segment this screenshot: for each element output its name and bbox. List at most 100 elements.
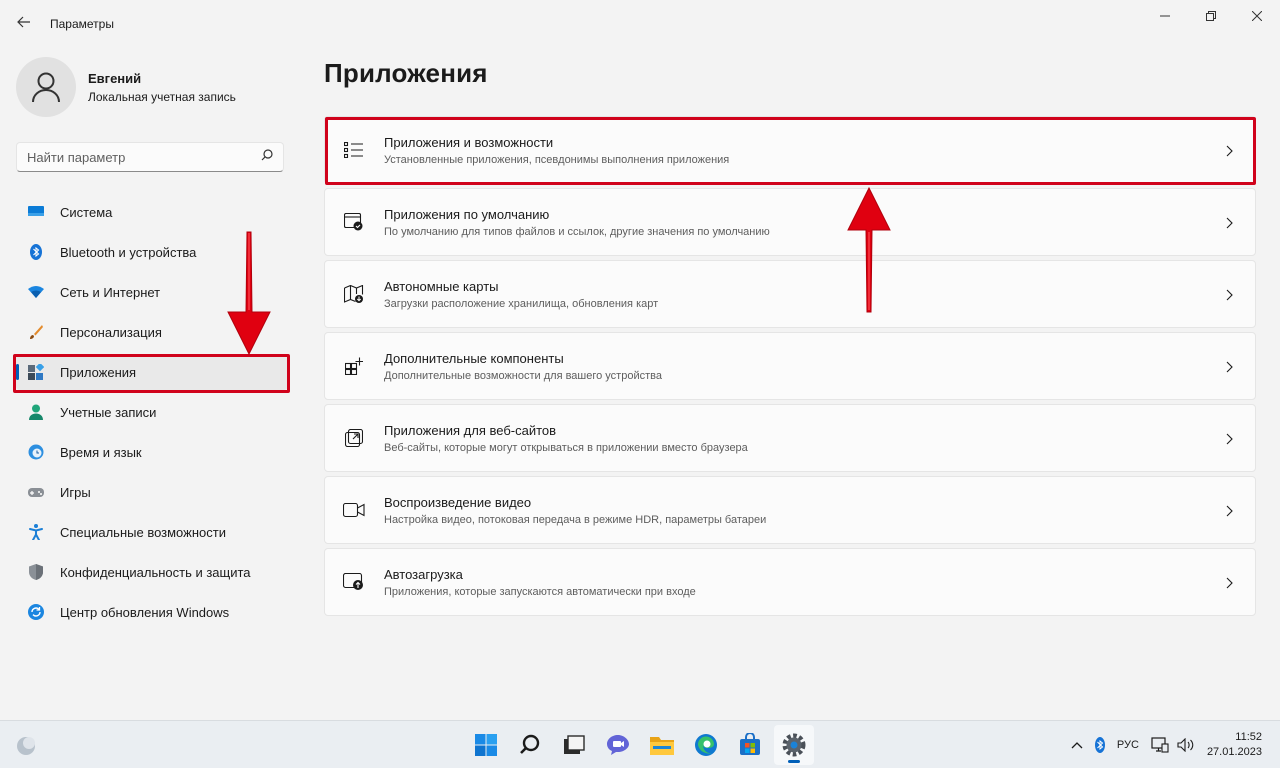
brush-icon: [28, 324, 44, 340]
chevron-right-icon: [1226, 432, 1233, 450]
card-subtitle: Загрузки расположение хранилища, обновле…: [384, 297, 659, 310]
sidebar-item-privacy[interactable]: Конфиденциальность и защита: [16, 554, 288, 590]
bluetooth-icon: [28, 244, 44, 260]
profile-name: Евгений: [88, 70, 142, 86]
close-button[interactable]: [1234, 0, 1280, 32]
optional-features-icon: [343, 355, 365, 377]
back-arrow-icon: [17, 15, 31, 33]
shield-icon: [28, 564, 44, 580]
maximize-button[interactable]: [1188, 0, 1234, 32]
card-subtitle: Приложения, которые запускаются автомати…: [384, 585, 696, 598]
card-title: Автозагрузка: [384, 566, 463, 582]
annotation-highlight-main: [325, 117, 1256, 185]
card-title: Приложения по умолчанию: [384, 206, 550, 222]
bluetooth-tray-icon: [1094, 737, 1105, 753]
card-offline-maps[interactable]: Автономные карты Загрузки расположение х…: [324, 260, 1256, 328]
title-bar: Параметры: [0, 0, 1280, 48]
back-button[interactable]: [8, 10, 40, 38]
weather-widget[interactable]: [14, 733, 38, 757]
clock[interactable]: 11:52 27.01.2023: [1207, 730, 1262, 760]
clock-date: 27.01.2023: [1206, 746, 1262, 758]
card-title: Приложения для веб-сайтов: [384, 422, 557, 438]
file-explorer-button[interactable]: [642, 725, 682, 765]
card-subtitle: Веб-сайты, которые могут открываться в п…: [384, 441, 748, 454]
default-apps-icon: [343, 211, 365, 233]
start-button[interactable]: [466, 725, 506, 765]
sidebar-item-windows-update[interactable]: Центр обновления Windows: [16, 594, 288, 630]
gamepad-icon: [28, 484, 44, 500]
settings-app-button[interactable]: [774, 725, 814, 765]
search-icon: [520, 734, 540, 754]
sidebar-item-time-language[interactable]: Время и язык: [16, 434, 288, 470]
sidebar-item-label: Персонализация: [60, 324, 162, 340]
network-tray-button[interactable]: [1151, 737, 1169, 753]
edge-button[interactable]: [686, 725, 726, 765]
file-explorer-icon: [650, 737, 674, 755]
avatar: [16, 57, 76, 117]
accessibility-icon: [28, 524, 44, 540]
card-website-apps[interactable]: Приложения для веб-сайтов Веб-сайты, кот…: [324, 404, 1256, 472]
task-view-button[interactable]: [554, 725, 594, 765]
sidebar-item-label: Учетные записи: [60, 404, 157, 420]
search-icon[interactable]: [261, 148, 273, 166]
annotation-highlight-sidebar: [13, 354, 290, 393]
annotation-arrow-down-icon: [227, 231, 271, 356]
start-icon: [475, 734, 497, 756]
clock-time: 11:52: [1235, 731, 1262, 743]
sidebar-item-accounts[interactable]: Учетные записи: [16, 394, 288, 430]
search-box: [16, 142, 284, 172]
chevron-right-icon: [1226, 360, 1233, 378]
task-view-icon: [564, 735, 585, 754]
system-tray: РУС 11:52 27.01.2023: [1071, 721, 1280, 768]
update-icon: [28, 604, 44, 620]
store-button[interactable]: [730, 725, 770, 765]
window-title: Параметры: [50, 17, 114, 31]
search-input[interactable]: [27, 149, 261, 165]
sidebar-item-label: Конфиденциальность и защита: [60, 564, 251, 580]
chat-icon: [607, 735, 629, 755]
taskbar-search-button[interactable]: [510, 725, 550, 765]
settings-icon: [782, 733, 806, 757]
minimize-icon: [1160, 15, 1170, 17]
annotation-arrow-up-icon: [847, 186, 891, 313]
weather-icon: [17, 737, 35, 755]
volume-icon: [1177, 738, 1194, 752]
user-profile[interactable]: Евгений Локальная учетная запись: [16, 56, 236, 118]
chevron-up-icon: [1071, 742, 1083, 749]
user-icon: [32, 72, 60, 103]
sidebar-item-label: Bluetooth и устройства: [60, 244, 197, 260]
show-hidden-icons-button[interactable]: [1071, 741, 1083, 749]
sidebar-item-label: Игры: [60, 484, 91, 500]
network-icon: [28, 284, 44, 300]
chat-button[interactable]: [598, 725, 638, 765]
language-indicator[interactable]: РУС: [1117, 739, 1139, 751]
store-icon: [740, 733, 760, 755]
startup-icon: [343, 571, 365, 593]
sidebar-item-label: Центр обновления Windows: [60, 604, 230, 620]
sidebar-item-accessibility[interactable]: Специальные возможности: [16, 514, 288, 550]
card-subtitle: По умолчанию для типов файлов и ссылок, …: [384, 225, 770, 238]
restore-icon: [1206, 11, 1216, 21]
settings-list: Приложения и возможности Установленные п…: [324, 116, 1256, 620]
card-startup[interactable]: Автозагрузка Приложения, которые запуска…: [324, 548, 1256, 616]
minimize-button[interactable]: [1142, 0, 1188, 32]
page-title: Приложения: [324, 58, 488, 88]
taskbar: РУС 11:52 27.01.2023: [0, 720, 1280, 768]
card-subtitle: Дополнительные возможности для вашего ус…: [384, 369, 662, 382]
sidebar-item-system[interactable]: Система: [16, 194, 288, 230]
sidebar-item-gaming[interactable]: Игры: [16, 474, 288, 510]
card-title: Автономные карты: [384, 278, 499, 294]
volume-button[interactable]: [1177, 738, 1195, 752]
card-default-apps[interactable]: Приложения по умолчанию По умолчанию для…: [324, 188, 1256, 256]
chevron-right-icon: [1226, 504, 1233, 522]
clock-globe-icon: [28, 444, 44, 460]
card-video-playback[interactable]: Воспроизведение видео Настройка видео, п…: [324, 476, 1256, 544]
taskbar-apps: [466, 725, 818, 765]
sidebar-item-label: Система: [60, 204, 113, 220]
chevron-right-icon: [1226, 576, 1233, 594]
window-controls: [1142, 0, 1280, 32]
tray-bluetooth-button[interactable]: [1094, 737, 1105, 753]
edge-icon: [695, 734, 717, 756]
card-optional-features[interactable]: Дополнительные компоненты Дополнительные…: [324, 332, 1256, 400]
card-title: Дополнительные компоненты: [384, 350, 564, 366]
